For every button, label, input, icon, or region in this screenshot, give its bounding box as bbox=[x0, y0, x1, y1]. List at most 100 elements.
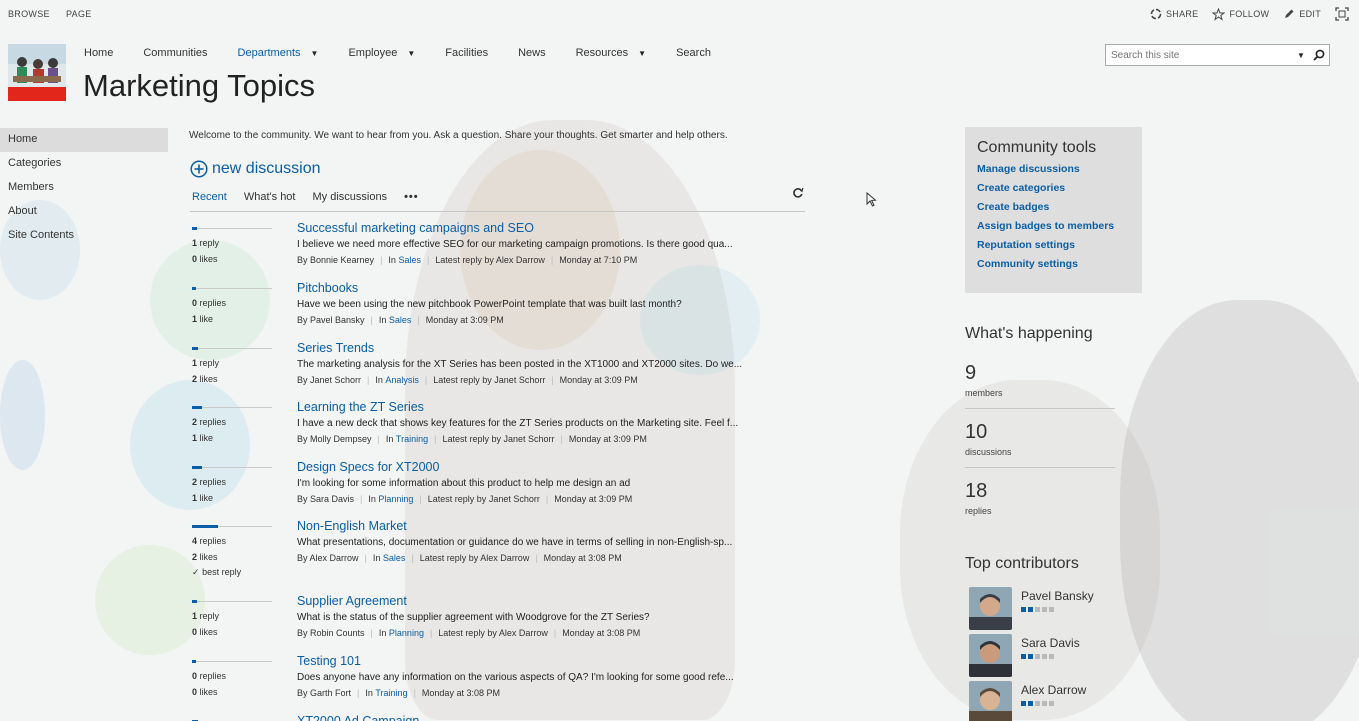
share-button[interactable]: SHARE bbox=[1150, 8, 1199, 20]
nav-home[interactable]: Home bbox=[84, 47, 113, 59]
edit-button[interactable]: EDIT bbox=[1283, 8, 1321, 20]
ribbon-actions: SHARE FOLLOW EDIT bbox=[1150, 7, 1359, 21]
focus-icon bbox=[1335, 7, 1349, 21]
create-categories-link[interactable]: Create categories bbox=[977, 182, 1142, 194]
discussion-title-link[interactable]: Design Specs for XT2000 bbox=[297, 460, 439, 474]
timestamp: Monday at 3:09 PM bbox=[568, 434, 647, 444]
discussion-title-link[interactable]: Series Trends bbox=[297, 341, 374, 355]
nav-resources[interactable]: Resources ▼ bbox=[576, 47, 647, 59]
category-link[interactable]: Analysis bbox=[385, 375, 419, 385]
discussion-title-link[interactable]: Pitchbooks bbox=[297, 281, 358, 295]
avatar[interactable] bbox=[969, 681, 1012, 721]
discussion-title-link[interactable]: Testing 101 bbox=[297, 654, 361, 668]
top-contributors-title: Top contributors bbox=[965, 555, 1079, 572]
follow-button[interactable]: FOLLOW bbox=[1212, 7, 1269, 21]
quicklaunch-site-contents[interactable]: Site Contents bbox=[0, 224, 168, 248]
assign-badges-link[interactable]: Assign badges to members bbox=[977, 220, 1142, 232]
nav-facilities[interactable]: Facilities bbox=[445, 47, 488, 59]
category-link[interactable]: Sales bbox=[383, 553, 406, 563]
tab-recent[interactable]: Recent bbox=[192, 191, 227, 203]
contributor-item[interactable]: Alex Darrow bbox=[969, 681, 1139, 721]
quicklaunch-members[interactable]: Members bbox=[0, 176, 168, 200]
checkmark-icon: ✓ bbox=[192, 567, 200, 577]
activity-bar bbox=[192, 525, 272, 528]
mouse-pointer-icon bbox=[866, 192, 877, 207]
reply-count: 0 replies bbox=[192, 298, 227, 308]
discussion-title-link[interactable]: Supplier Agreement bbox=[297, 594, 407, 608]
discussion-meta: By Sara Davis | In Planning | Latest reply b… bbox=[297, 494, 633, 504]
discussion-title-link[interactable]: Non-English Market bbox=[297, 519, 407, 533]
category-prefix: In bbox=[378, 628, 387, 638]
pencil-icon bbox=[1285, 9, 1294, 18]
nav-communities[interactable]: Communities bbox=[143, 47, 207, 59]
nav-employee[interactable]: Employee ▼ bbox=[348, 47, 415, 59]
nav-search[interactable]: Search bbox=[676, 47, 711, 59]
author[interactable]: By Janet Schorr bbox=[297, 375, 361, 385]
category-link[interactable]: Training bbox=[375, 688, 407, 698]
reply-count: 4 replies bbox=[192, 536, 227, 546]
tab-whats-hot[interactable]: What's hot bbox=[244, 191, 296, 203]
contributor-name[interactable]: Sara Davis bbox=[1021, 636, 1080, 650]
category-link[interactable]: Planning bbox=[378, 494, 413, 504]
category-link[interactable]: Planning bbox=[389, 628, 424, 638]
timestamp: Monday at 3:09 PM bbox=[554, 494, 633, 504]
avatar[interactable] bbox=[969, 634, 1012, 677]
author[interactable]: By Sara Davis bbox=[297, 494, 354, 504]
reputation-settings-link[interactable]: Reputation settings bbox=[977, 239, 1142, 251]
community-settings-link[interactable]: Community settings bbox=[977, 258, 1142, 270]
nav-label: Facilities bbox=[445, 47, 489, 59]
author[interactable]: By Molly Dempsey bbox=[297, 434, 372, 444]
new-discussion-button[interactable]: new discussion bbox=[190, 160, 321, 178]
nav-label: Search bbox=[676, 47, 711, 59]
discussion-title-link[interactable]: Learning the ZT Series bbox=[297, 400, 424, 414]
ribbon-tab-page[interactable]: PAGE bbox=[66, 9, 92, 19]
contributor-item[interactable]: Pavel Bansky bbox=[969, 587, 1139, 632]
avatar[interactable] bbox=[969, 587, 1012, 630]
category-link[interactable]: Training bbox=[396, 434, 428, 444]
manage-discussions-link[interactable]: Manage discussions bbox=[977, 163, 1142, 175]
create-badges-link[interactable]: Create badges bbox=[977, 201, 1142, 213]
search-icon[interactable] bbox=[1313, 49, 1325, 61]
category-prefix: In bbox=[385, 434, 394, 444]
discussion-excerpt: Does anyone have any information on the … bbox=[297, 672, 734, 683]
ribbon-tab-browse[interactable]: BROWSE bbox=[8, 9, 50, 19]
search-input[interactable] bbox=[1111, 49, 1291, 61]
author[interactable]: By Pavel Bansky bbox=[297, 315, 365, 325]
author[interactable]: By Alex Darrow bbox=[297, 553, 359, 563]
category-link[interactable]: Sales bbox=[389, 315, 412, 325]
share-label: SHARE bbox=[1165, 9, 1199, 19]
quicklaunch-about[interactable]: About bbox=[0, 200, 168, 224]
nav-news[interactable]: News bbox=[518, 47, 546, 59]
discussion-title-link[interactable]: XT2000 Ad Campaign bbox=[297, 714, 419, 721]
quicklaunch-categories[interactable]: Categories bbox=[0, 152, 168, 176]
timestamp: Monday at 7:10 PM bbox=[559, 255, 638, 265]
author[interactable]: By Garth Fort bbox=[297, 688, 351, 698]
stat-divider bbox=[965, 408, 1115, 409]
contributor-name[interactable]: Pavel Bansky bbox=[1021, 589, 1094, 603]
quicklaunch-home[interactable]: Home bbox=[0, 128, 168, 152]
discussion-meta: By Pavel Bansky | In Sales | Monday at 3:09 … bbox=[297, 315, 504, 325]
nav-label: Employee bbox=[348, 47, 398, 59]
nav-departments[interactable]: Departments ▼ bbox=[238, 47, 319, 59]
like-count: 2 likes bbox=[192, 552, 218, 562]
tab-my-discussions[interactable]: My discussions bbox=[312, 191, 387, 203]
focus-content-button[interactable] bbox=[1335, 7, 1353, 21]
discussion-title-link[interactable]: Successful marketing campaigns and SEO bbox=[297, 221, 534, 235]
contributor-item[interactable]: Sara Davis bbox=[969, 634, 1139, 679]
like-count: 0 likes bbox=[192, 254, 218, 264]
quick-launch: Home Categories Members About Site Conte… bbox=[0, 128, 168, 248]
author[interactable]: By Robin Counts bbox=[297, 628, 365, 638]
author[interactable]: By Bonnie Kearney bbox=[297, 255, 374, 265]
latest-reply: Latest reply by Janet Schorr bbox=[427, 494, 540, 504]
more-tabs-button[interactable]: ••• bbox=[404, 191, 419, 203]
discussion-meta: By Molly Dempsey | In Training | Latest repl… bbox=[297, 434, 647, 444]
refresh-icon[interactable] bbox=[792, 187, 804, 199]
stat-value: 18 bbox=[965, 480, 988, 502]
site-logo[interactable] bbox=[8, 44, 66, 101]
search-scope-dropdown-icon[interactable]: ▼ bbox=[1297, 51, 1305, 60]
site-title[interactable]: Marketing Topics bbox=[83, 68, 315, 104]
best-reply-indicator: ✓ best reply bbox=[192, 567, 242, 577]
category-link[interactable]: Sales bbox=[398, 255, 421, 265]
contributor-name[interactable]: Alex Darrow bbox=[1021, 683, 1086, 697]
like-count: 1 like bbox=[192, 314, 214, 324]
